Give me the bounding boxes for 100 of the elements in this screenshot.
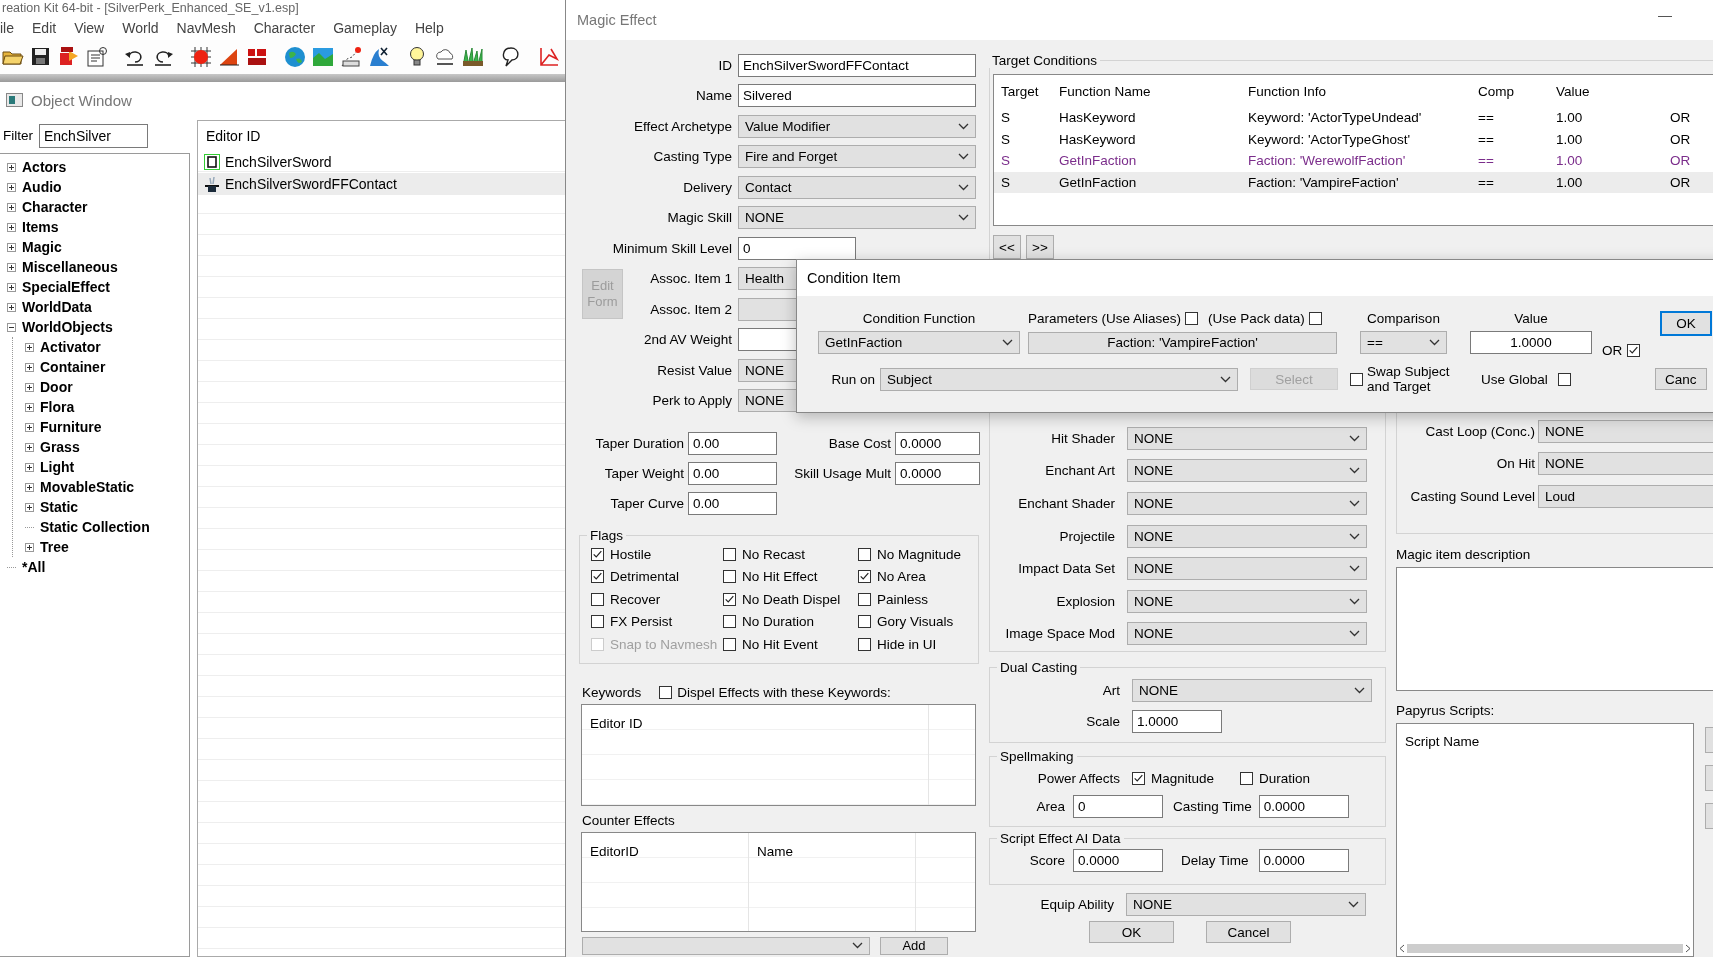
table-row[interactable]: S GetInFaction Faction: 'WerewolfFaction' == 1.00 OR	[994, 150, 1713, 172]
column-header[interactable]: Editor ID	[206, 128, 261, 144]
dropdown[interactable]: NONE	[1127, 622, 1367, 646]
checkbox[interactable]	[1240, 771, 1254, 785]
tree-item[interactable]: Container	[40, 359, 106, 375]
text-field[interactable]: Silvered	[738, 84, 976, 108]
tree-item[interactable]: Audio	[22, 179, 62, 195]
tree-item[interactable]: WorldObjects	[22, 319, 113, 335]
checkbox[interactable]	[1627, 344, 1641, 357]
collapse-icon[interactable]	[7, 322, 16, 332]
dropdown[interactable]: NONE	[1132, 679, 1372, 703]
checkbox[interactable]	[591, 547, 604, 561]
dropdown[interactable]: NONE	[738, 206, 976, 230]
table-row[interactable]: S HasKeyword Keyword: 'ActorTypeGhost' == 1.00 OR	[994, 128, 1713, 150]
minimize-icon[interactable]	[1658, 16, 1672, 18]
cancel-button[interactable]: Canc	[1654, 368, 1707, 390]
column-header[interactable]: Comp	[1471, 83, 1549, 99]
ok-button[interactable]: OK	[1089, 921, 1174, 944]
tree-item[interactable]: Tree	[40, 539, 69, 555]
dropdown[interactable]: Subject	[880, 367, 1238, 391]
expand-icon[interactable]	[7, 222, 16, 232]
tree-item[interactable]: SpecialEffect	[22, 279, 110, 295]
expand-icon[interactable]	[25, 362, 34, 372]
grass-icon[interactable]	[461, 45, 485, 69]
checkbox[interactable]	[858, 570, 871, 584]
text-field[interactable]: 0.0000	[1258, 848, 1349, 872]
dropdown[interactable]: NONE	[738, 389, 797, 413]
dropdown[interactable]: NONE	[1127, 492, 1367, 515]
dropdown[interactable]: NONE	[1127, 459, 1367, 483]
text-field[interactable]: 0.00	[688, 461, 777, 485]
tree-item[interactable]: Actors	[22, 159, 67, 175]
tree-item[interactable]: Character	[22, 199, 88, 215]
value-field[interactable]: 1.0000	[1470, 331, 1592, 354]
dropdown[interactable]: NONE	[1127, 524, 1367, 548]
checkbox[interactable]	[1308, 311, 1322, 325]
column-header[interactable]: Function Name	[1052, 83, 1241, 99]
checkbox[interactable]	[591, 570, 604, 584]
tree-item[interactable]: Static	[40, 499, 79, 515]
dropdown[interactable]: GetInFaction	[818, 331, 1020, 354]
scroll-right-icon[interactable]	[1685, 944, 1691, 953]
splash-icon[interactable]	[367, 45, 391, 69]
dropdown[interactable]: Value Modifier	[738, 114, 976, 138]
cancel-button[interactable]: Cancel	[1206, 921, 1291, 944]
dropdown[interactable]: NONE	[1127, 557, 1367, 581]
column-header[interactable]: Script Name	[1397, 723, 1693, 759]
checkbox[interactable]	[1185, 311, 1199, 325]
checkbox[interactable]	[723, 637, 736, 651]
menu-item[interactable]: Gameplay	[324, 20, 406, 36]
column-header[interactable]: Editor ID	[590, 715, 643, 731]
dropdown[interactable]: Fire and Forget	[738, 145, 976, 169]
tree-item[interactable]: Magic	[22, 239, 62, 255]
grid-icon[interactable]	[189, 45, 213, 69]
menu-item[interactable]: World	[113, 20, 168, 36]
tree-item[interactable]: Flora	[40, 399, 75, 415]
scroll-left-icon[interactable]	[1399, 944, 1405, 953]
menu-item[interactable]: NavMesh	[167, 20, 245, 36]
checkbox[interactable]	[1350, 372, 1363, 386]
checkbox[interactable]	[723, 570, 736, 584]
expand-icon[interactable]	[25, 342, 34, 352]
tree-item[interactable]: Door	[40, 379, 73, 395]
tree-item[interactable]: Activator	[40, 339, 101, 355]
text-field[interactable]: 0.0000	[1258, 794, 1349, 818]
tree-item[interactable]: Miscellaneous	[22, 259, 118, 275]
text-field[interactable]: 0.00	[688, 431, 777, 455]
expand-icon[interactable]	[25, 382, 34, 392]
column-header[interactable]: Target	[994, 83, 1052, 99]
checkbox[interactable]	[858, 637, 871, 651]
text-field[interactable]: 0	[738, 236, 856, 260]
checkbox[interactable]	[858, 615, 871, 629]
table-row[interactable]: S GetInFaction Faction: 'VampireFaction' == 1.00 OR	[994, 171, 1713, 193]
list-row[interactable]: EnchSilverSword	[198, 151, 565, 173]
table-row[interactable]: S HasKeyword Keyword: 'ActorTypeUndead' == 1.00 OR	[994, 107, 1713, 129]
filter-field[interactable]: EnchSilver	[39, 123, 148, 148]
checkbox[interactable]	[659, 686, 673, 699]
expand-icon[interactable]	[7, 202, 16, 212]
column-header[interactable]: Function Info	[1241, 83, 1471, 99]
text-field[interactable]: EnchSilverSwordFFContact	[738, 53, 976, 77]
column-header[interactable]: EditorID	[590, 843, 639, 859]
expand-icon[interactable]	[25, 422, 34, 432]
dropdown[interactable]: NONE	[1127, 426, 1367, 450]
graph-icon[interactable]	[339, 45, 363, 69]
form-icon[interactable]	[85, 45, 109, 69]
menu-item[interactable]: Help	[405, 20, 453, 36]
dropdown[interactable]: NONE	[1538, 419, 1713, 443]
text-field[interactable]: 0	[1073, 794, 1163, 818]
expand-icon[interactable]	[7, 162, 16, 172]
add-button[interactable]: Add	[880, 936, 948, 955]
tree-item[interactable]: Items	[22, 219, 59, 235]
dropdown[interactable]: NONE	[1538, 452, 1713, 476]
list-row[interactable]: EnchSilverSwordFFContact	[198, 173, 565, 195]
checkbox[interactable]	[1557, 372, 1571, 386]
tree-item[interactable]: Light	[40, 459, 75, 475]
dropdown[interactable]: NONE	[738, 358, 797, 382]
menu-item[interactable]: ile	[0, 20, 23, 36]
dropdown[interactable]: ==	[1360, 331, 1447, 354]
expand-icon[interactable]	[7, 182, 16, 192]
expand-icon[interactable]	[25, 402, 34, 412]
expand-icon[interactable]	[25, 442, 34, 452]
column-header[interactable]: Name	[757, 843, 793, 859]
nav-button[interactable]: >>	[1026, 235, 1054, 259]
